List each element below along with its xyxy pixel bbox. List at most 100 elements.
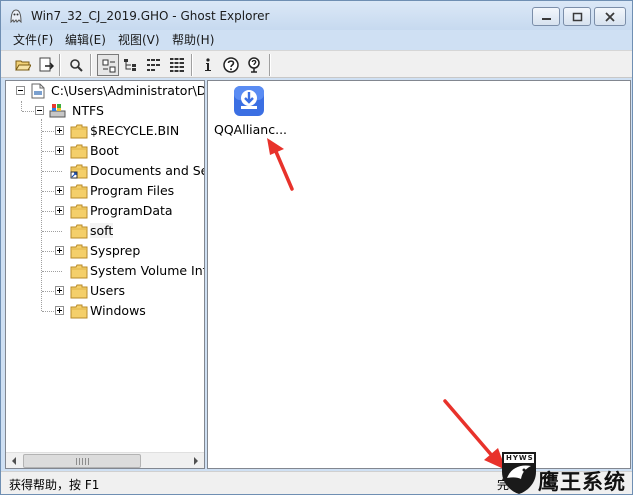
tree-row[interactable]: Users: [6, 281, 204, 301]
menu-file[interactable]: 文件(F): [13, 31, 53, 48]
app-window: Win7_32_CJ_2019.GHO - Ghost Explorer 文件(…: [0, 0, 633, 495]
tree-line: [42, 231, 62, 232]
tree-row[interactable]: System Volume Info: [6, 261, 204, 281]
open-icon: [15, 60, 31, 71]
menu-view[interactable]: 视图(V): [118, 31, 160, 48]
watermark: HYWS 鹰王系统: [498, 442, 633, 495]
menu-bar: 文件(F) 编辑(E) 视图(V) 帮助(H): [1, 30, 632, 47]
tree-row[interactable]: soft: [6, 221, 204, 241]
folder-icon: [70, 144, 88, 162]
window-title: Win7_32_CJ_2019.GHO - Ghost Explorer: [31, 9, 270, 23]
maximize-button[interactable]: [563, 7, 591, 26]
collapse-toggle[interactable]: [35, 106, 44, 115]
image-file-icon: [31, 83, 45, 102]
scroll-left-button[interactable]: [6, 453, 22, 468]
tree-row[interactable]: Windows: [6, 301, 204, 321]
context-help-button[interactable]: [243, 54, 265, 76]
extract-icon: [39, 57, 54, 72]
folder-icon: [70, 284, 88, 302]
drive-icon: [49, 102, 67, 122]
folder-icon: [70, 204, 88, 222]
folder-tree-pane[interactable]: C:\Users\Administrator\De NTFS $RECYCLE.…: [5, 80, 205, 469]
partition-label: NTFS: [72, 103, 104, 118]
tree-row-root[interactable]: C:\Users\Administrator\De: [6, 81, 204, 101]
open-button[interactable]: [12, 54, 34, 76]
tree-row[interactable]: Sysprep: [6, 241, 204, 261]
tree-root-label: C:\Users\Administrator\De: [51, 83, 205, 98]
expand-toggle[interactable]: [55, 186, 64, 195]
context-help-icon: [248, 57, 260, 73]
folder-icon: [70, 124, 88, 142]
info-button[interactable]: [197, 54, 219, 76]
tree-row-partition[interactable]: NTFS: [6, 101, 204, 121]
folder-icon: [70, 244, 88, 262]
ghost-app-icon: [9, 9, 23, 24]
extract-button[interactable]: [35, 54, 57, 76]
list-view-button[interactable]: [143, 54, 165, 76]
tree-line: [42, 171, 62, 172]
expand-toggle[interactable]: [55, 146, 64, 155]
toolbar-separator: [191, 54, 193, 76]
watermark-text: 鹰王系统: [538, 470, 626, 494]
close-button[interactable]: [594, 7, 626, 26]
folder-icon: [70, 304, 88, 322]
horizontal-scrollbar[interactable]: [6, 452, 204, 468]
help-icon: [223, 57, 239, 73]
folder-icon: [70, 264, 88, 282]
tree-row[interactable]: $RECYCLE.BIN: [6, 121, 204, 141]
tree-row[interactable]: Documents and Set: [6, 161, 204, 181]
folder-shortcut-icon: [70, 164, 88, 182]
tree-item-label: Windows: [90, 303, 146, 318]
scroll-right-button[interactable]: [188, 453, 204, 468]
tree-item-label: System Volume Info: [90, 263, 205, 278]
tree-item-label: Program Files: [90, 183, 175, 198]
maximize-icon: [572, 12, 583, 22]
expand-toggle[interactable]: [55, 126, 64, 135]
toolbar: [1, 50, 632, 78]
minimize-icon: [542, 18, 551, 20]
view-button[interactable]: [65, 54, 87, 76]
title-bar[interactable]: Win7_32_CJ_2019.GHO - Ghost Explorer: [1, 1, 632, 31]
tree-icon: [124, 59, 136, 71]
menu-edit[interactable]: 编辑(E): [65, 31, 106, 48]
tree-line: [42, 271, 62, 272]
tree-row[interactable]: Boot: [6, 141, 204, 161]
expand-toggle[interactable]: [55, 306, 64, 315]
tree-item-label: Boot: [90, 143, 119, 158]
large-icons-icon: [102, 59, 116, 73]
expand-toggle[interactable]: [55, 246, 64, 255]
list-icon: [147, 59, 160, 71]
menu-help[interactable]: 帮助(H): [172, 31, 214, 48]
help-button[interactable]: [220, 54, 242, 76]
tree-item-label: Users: [90, 283, 126, 298]
minimize-button[interactable]: [532, 7, 560, 26]
details-icon: [170, 58, 184, 72]
tree-row[interactable]: ProgramData: [6, 201, 204, 221]
details-view-button[interactable]: [166, 54, 188, 76]
view-icon: [70, 59, 83, 72]
file-list-pane[interactable]: QQAllianc...: [207, 80, 631, 469]
large-icons-button[interactable]: [97, 54, 119, 76]
eagle-logo-icon: [502, 452, 536, 494]
tree-view-button[interactable]: [120, 54, 142, 76]
close-icon: [605, 12, 615, 22]
status-help-text: 获得帮助，按 F1: [9, 478, 100, 492]
file-name: QQAllianc...: [214, 122, 288, 137]
tree-item-label: Documents and Set: [90, 163, 205, 178]
folder-icon: [70, 224, 88, 242]
expand-toggle[interactable]: [55, 286, 64, 295]
info-icon: [205, 58, 211, 71]
collapse-toggle[interactable]: [16, 86, 25, 95]
arrow-left-icon: [12, 457, 16, 465]
scrollbar-thumb[interactable]: [23, 454, 141, 468]
watermark-badge: HYWS: [506, 454, 534, 462]
installer-icon: [232, 84, 266, 121]
scrollbar-grip: [76, 458, 90, 465]
file-item-qqalliance[interactable]: QQAllianc...: [210, 84, 288, 140]
tree-row[interactable]: Program Files: [6, 181, 204, 201]
tree-item-label: Sysprep: [90, 243, 141, 258]
toolbar-separator: [59, 54, 61, 76]
toolbar-separator: [90, 54, 92, 76]
tree-item-label: ProgramData: [90, 203, 173, 218]
expand-toggle[interactable]: [55, 206, 64, 215]
